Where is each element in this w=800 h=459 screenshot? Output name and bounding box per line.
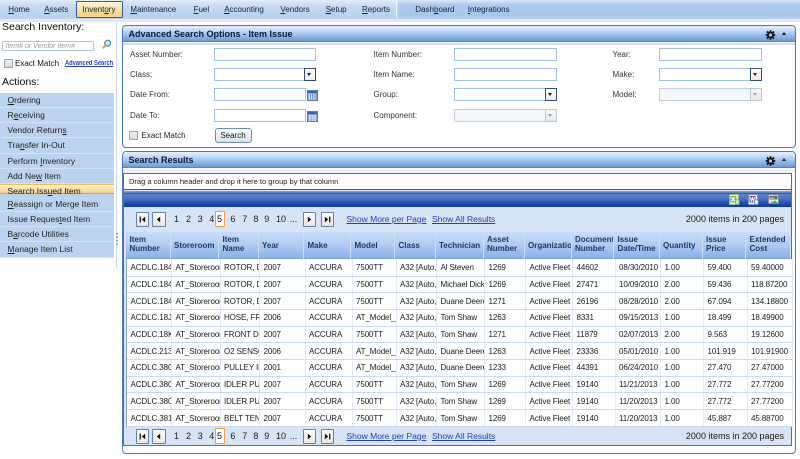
svg-text:csv: csv [770,196,775,200]
